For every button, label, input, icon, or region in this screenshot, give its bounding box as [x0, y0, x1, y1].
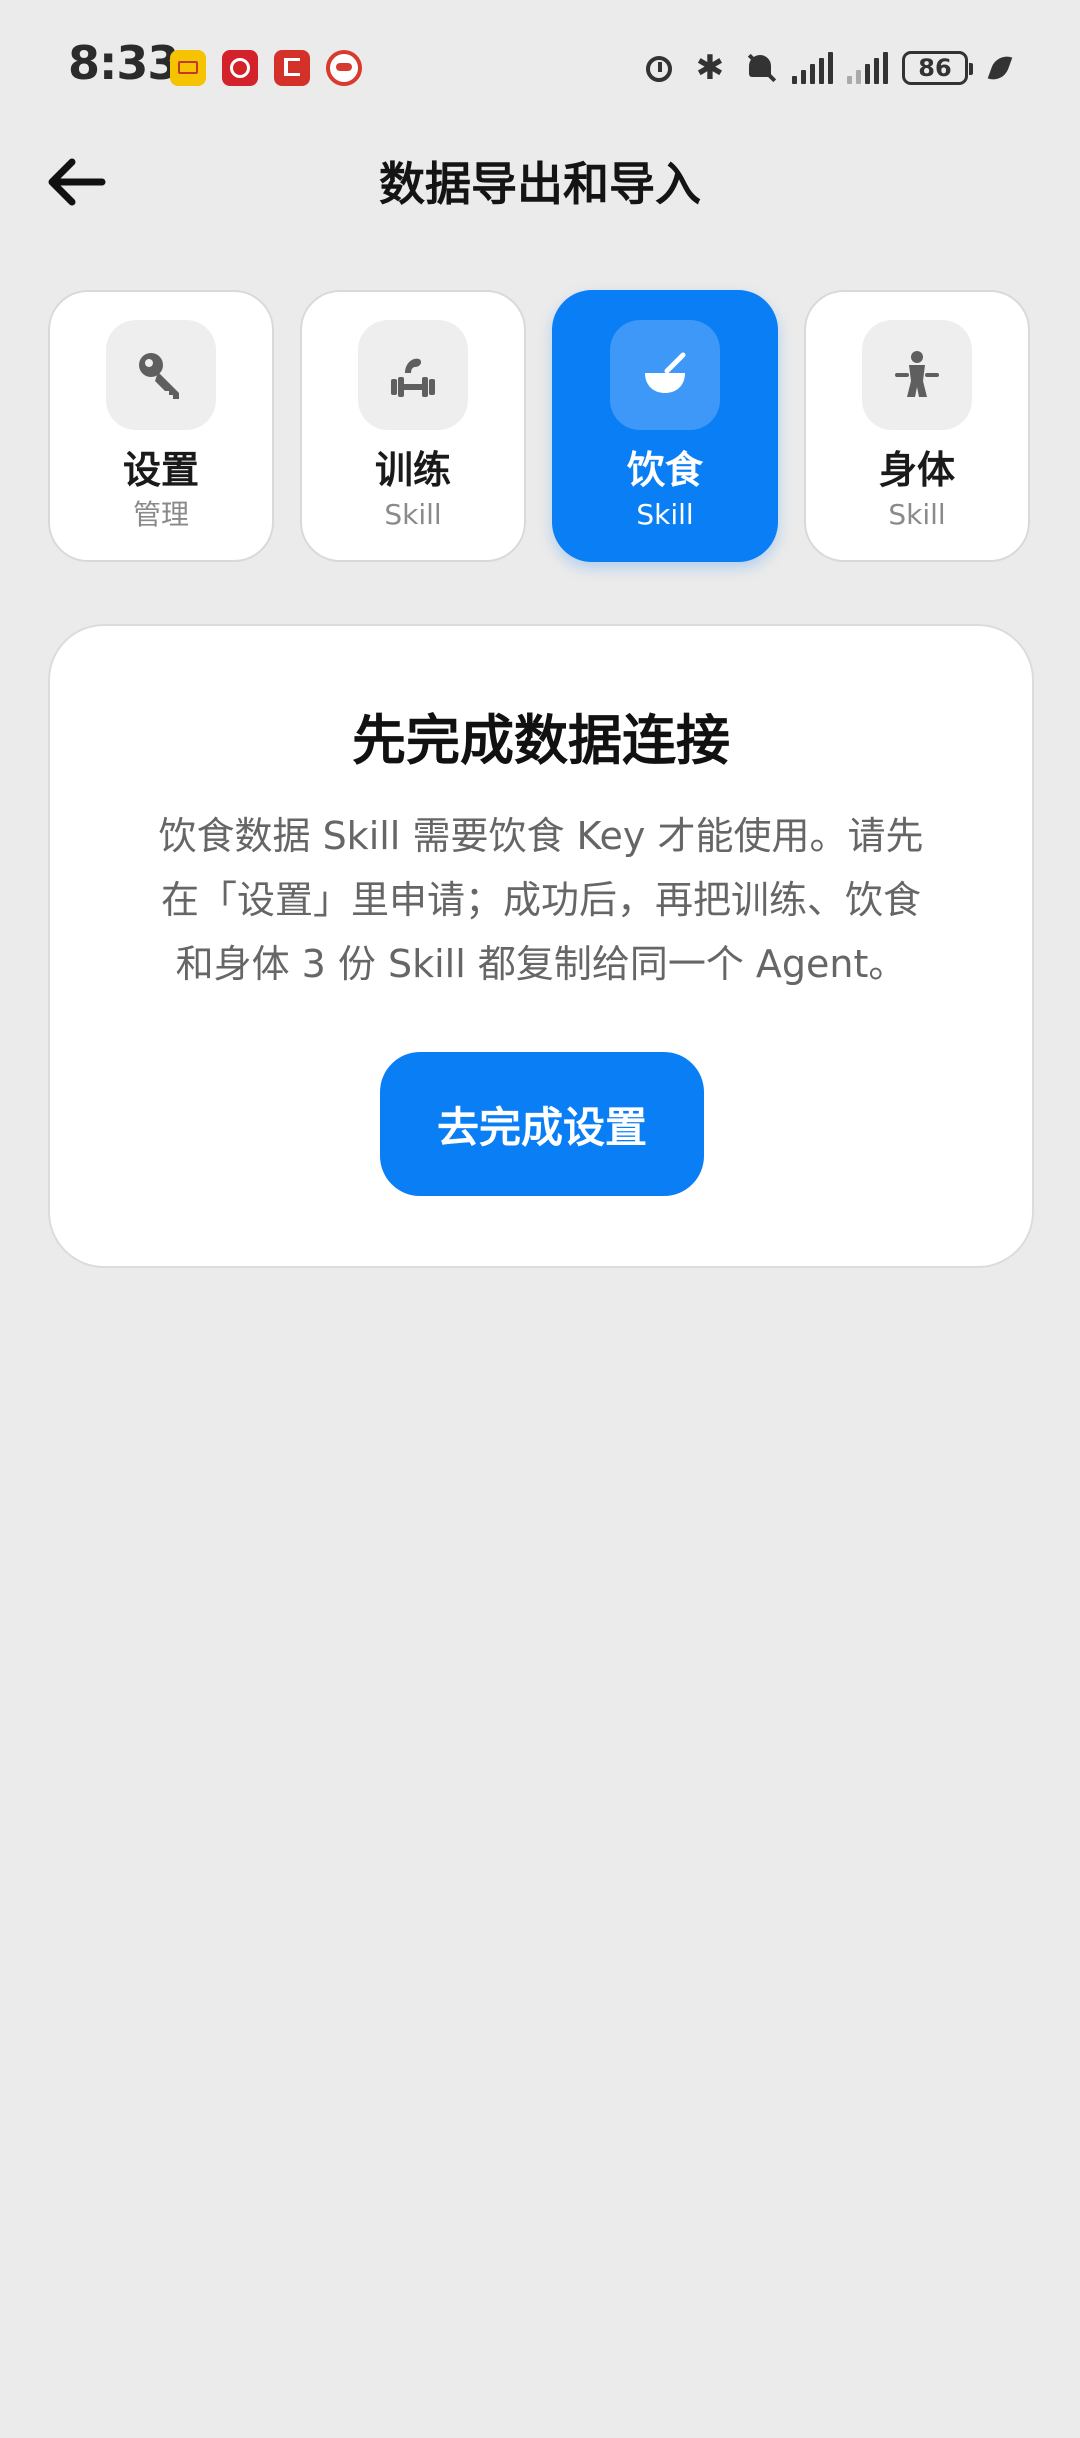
tab-training[interactable]: 训练 Skill	[300, 290, 526, 562]
body-icon	[895, 351, 939, 397]
signal-icon	[792, 52, 833, 84]
status-bar: 8:33 ✱ 86	[0, 0, 1080, 132]
tab-settings[interactable]: 设置 管理	[48, 290, 274, 562]
battery-icon: 86	[902, 51, 973, 85]
tab-icon-container	[610, 320, 720, 430]
card-description: 饮食数据 Skill 需要饮食 Key 才能使用。请先 在「设置」里申请；成功后…	[122, 804, 960, 996]
owl-app-icon	[326, 50, 362, 86]
bank-app-icon	[222, 50, 258, 86]
card-title: 先完成数据连接	[352, 709, 730, 772]
tab-label: 饮食	[626, 448, 703, 492]
tab-body[interactable]: 身体 Skill	[804, 290, 1030, 562]
tab-label: 训练	[374, 448, 451, 492]
alarm-icon	[642, 50, 678, 86]
tab-label: 设置	[122, 448, 199, 492]
key-icon	[139, 353, 179, 399]
setup-required-card: 先完成数据连接 饮食数据 Skill 需要饮食 Key 才能使用。请先 在「设置…	[48, 624, 1034, 1268]
tab-icon-container	[862, 320, 972, 430]
category-tabs: 设置 管理 训练 Skill 饮食 Skill 身体 Skill	[48, 290, 1034, 564]
tab-icon-container	[358, 320, 468, 430]
tab-sublabel: Skill	[888, 498, 946, 531]
header: 数据导出和导入	[0, 132, 1080, 232]
battery-level: 86	[918, 54, 952, 82]
bowl-icon	[645, 352, 686, 393]
tab-icon-container	[106, 320, 216, 430]
mute-icon	[742, 50, 778, 86]
mail-app-icon	[170, 50, 206, 86]
tab-label: 身体	[878, 448, 955, 492]
description-line: 和身体 3 份 Skill 都复制给同一个 Agent。	[175, 942, 907, 986]
tab-sublabel: 管理	[132, 498, 189, 531]
go-setup-button[interactable]: 去完成设置	[380, 1052, 704, 1196]
bluetooth-icon: ✱	[695, 48, 725, 88]
status-time: 8:33	[68, 36, 179, 90]
description-line: 饮食数据 Skill 需要饮食 Key 才能使用。请先	[158, 814, 924, 858]
signal-icon	[847, 52, 888, 84]
page-title: 数据导出和导入	[379, 157, 701, 211]
status-icons: ✱ 86	[642, 46, 1018, 90]
leaf-icon	[982, 50, 1018, 86]
description-line: 在「设置」里申请；成功后，再把训练、饮食	[160, 878, 921, 922]
tab-sublabel: Skill	[384, 498, 442, 531]
news-app-icon	[274, 50, 310, 86]
tab-sublabel: Skill	[636, 498, 694, 531]
dumbbell-icon	[391, 358, 435, 397]
tab-diet[interactable]: 饮食 Skill	[552, 290, 778, 562]
